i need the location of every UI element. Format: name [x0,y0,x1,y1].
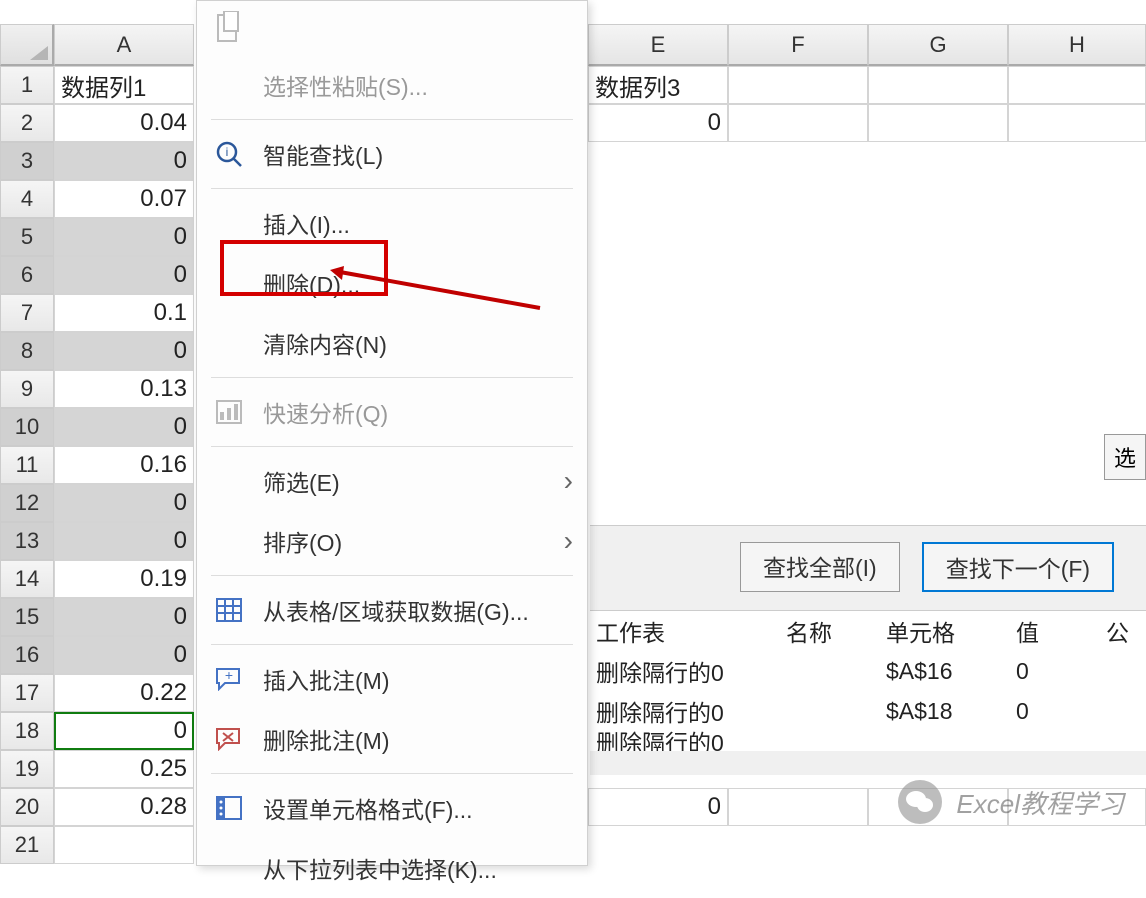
menu-paste-icon-top [197,1,587,55]
find-results-header: 工作表 名称 单元格 值 公 [590,611,1146,651]
cell-A15[interactable]: 0 [54,598,194,636]
row-header-12[interactable]: 12 [0,484,54,522]
format-cells-icon [209,790,249,826]
menu-dropdown-list[interactable]: 从下拉列表中选择(K)... [197,838,587,898]
row-header-20[interactable]: 20 [0,788,54,826]
chevron-right-icon: › [564,525,573,557]
row-header-16[interactable]: 16 [0,636,54,674]
options-button-partial[interactable]: 选 [1104,434,1146,480]
row-header-14[interactable]: 14 [0,560,54,598]
wechat-icon [898,780,942,824]
col-header-E[interactable]: E [588,24,728,66]
find-results-table: 工作表 名称 单元格 值 公 删除隔行的0 $A$16 0 删除隔行的0 $A$… [590,610,1146,751]
cell-A4[interactable]: 0.07 [54,180,194,218]
comment-add-icon: + [209,661,249,697]
cell-A6[interactable]: 0 [54,256,194,294]
row-header-13[interactable]: 13 [0,522,54,560]
cell-A7[interactable]: 0.1 [54,294,194,332]
menu-delete[interactable]: 删除(D)... [197,253,587,313]
cell-F1[interactable] [728,66,868,104]
menu-filter[interactable]: 筛选(E) › [197,451,587,511]
col-header-A[interactable]: A [54,24,194,66]
row-header-17[interactable]: 17 [0,674,54,712]
cell-H1[interactable] [1008,66,1146,104]
row-header-15[interactable]: 15 [0,598,54,636]
svg-text:i: i [226,145,229,159]
row-header-4[interactable]: 4 [0,180,54,218]
row-header-11[interactable]: 11 [0,446,54,484]
col-header-H[interactable]: H [1008,24,1146,66]
right-column-headers: E F G H 数据列3 0 [588,24,1146,142]
clipboard-icon [209,10,249,46]
context-menu: 选择性粘贴(S)... i 智能查找(L) 插入(I)... 删除(D)... … [196,0,588,866]
cell-A2[interactable]: 0.04 [54,104,194,142]
cell-A16[interactable]: 0 [54,636,194,674]
col-header-F[interactable]: F [728,24,868,66]
column-header-row: A [0,24,194,66]
table-icon [209,592,249,628]
menu-insert[interactable]: 插入(I)... [197,193,587,253]
find-result-row[interactable]: 删除隔行的0 $A$16 0 [590,651,1146,691]
col-header-G[interactable]: G [868,24,1008,66]
cell-A8[interactable]: 0 [54,332,194,370]
cell-A20[interactable]: 0.28 [54,788,194,826]
menu-format-cells[interactable]: 设置单元格格式(F)... [197,778,587,838]
find-all-button[interactable]: 查找全部(I) [740,542,900,592]
menu-quick-analysis: 快速分析(Q) [197,382,587,442]
cell-A12[interactable]: 0 [54,484,194,522]
svg-text:+: + [225,667,233,683]
cell-A13[interactable]: 0 [54,522,194,560]
menu-get-data[interactable]: 从表格/区域获取数据(G)... [197,580,587,640]
row-header-3[interactable]: 3 [0,142,54,180]
menu-sort[interactable]: 排序(O) › [197,511,587,571]
cell-A1[interactable]: 数据列1 [54,66,194,104]
menu-clear-contents[interactable]: 清除内容(N) [197,313,587,373]
watermark: Excel教程学习 [898,780,1124,824]
comment-delete-icon [209,721,249,757]
find-result-row[interactable]: 删除隔行的0 $A$18 0 [590,691,1146,731]
cell-A11[interactable]: 0.16 [54,446,194,484]
cell-A17[interactable]: 0.22 [54,674,194,712]
row-header-2[interactable]: 2 [0,104,54,142]
watermark-text: Excel教程学习 [956,784,1124,821]
cell-A5[interactable]: 0 [54,218,194,256]
chevron-right-icon: › [564,465,573,497]
menu-delete-comment[interactable]: 删除批注(M) [197,709,587,769]
menu-paste-special: 选择性粘贴(S)... [197,55,587,115]
cell-G1[interactable] [868,66,1008,104]
cell-A21[interactable] [54,826,194,864]
row-header-1[interactable]: 1 [0,66,54,104]
menu-insert-comment[interactable]: + 插入批注(M) [197,649,587,709]
cell-A14[interactable]: 0.19 [54,560,194,598]
row-header-21[interactable]: 21 [0,826,54,864]
row-header-10[interactable]: 10 [0,408,54,446]
cell-A3[interactable]: 0 [54,142,194,180]
cell-E20[interactable]: 0 [588,788,728,826]
select-all-corner[interactable] [0,24,54,66]
row-header-6[interactable]: 6 [0,256,54,294]
search-icon: i [209,136,249,172]
cell-E1[interactable]: 数据列3 [588,66,728,104]
cell-E2[interactable]: 0 [588,104,728,142]
row-header-5[interactable]: 5 [0,218,54,256]
cell-A18[interactable]: 0 [54,712,194,750]
row-header-19[interactable]: 19 [0,750,54,788]
quick-analysis-icon [209,394,249,430]
spreadsheet-grid: 1数据列1 20.04 30 40.07 50 60 70.1 80 90.13… [0,66,194,864]
row-header-7[interactable]: 7 [0,294,54,332]
find-dialog: 查找全部(I) 查找下一个(F) 工作表 名称 单元格 值 公 删除隔行的0 $… [590,525,1146,775]
cell-A9[interactable]: 0.13 [54,370,194,408]
find-next-button[interactable]: 查找下一个(F) [922,542,1114,592]
menu-smart-lookup[interactable]: i 智能查找(L) [197,124,587,184]
row-header-9[interactable]: 9 [0,370,54,408]
row-header-18[interactable]: 18 [0,712,54,750]
cell-A10[interactable]: 0 [54,408,194,446]
find-result-row[interactable]: 删除隔行的0 [590,731,1146,751]
cell-A19[interactable]: 0.25 [54,750,194,788]
row-header-8[interactable]: 8 [0,332,54,370]
